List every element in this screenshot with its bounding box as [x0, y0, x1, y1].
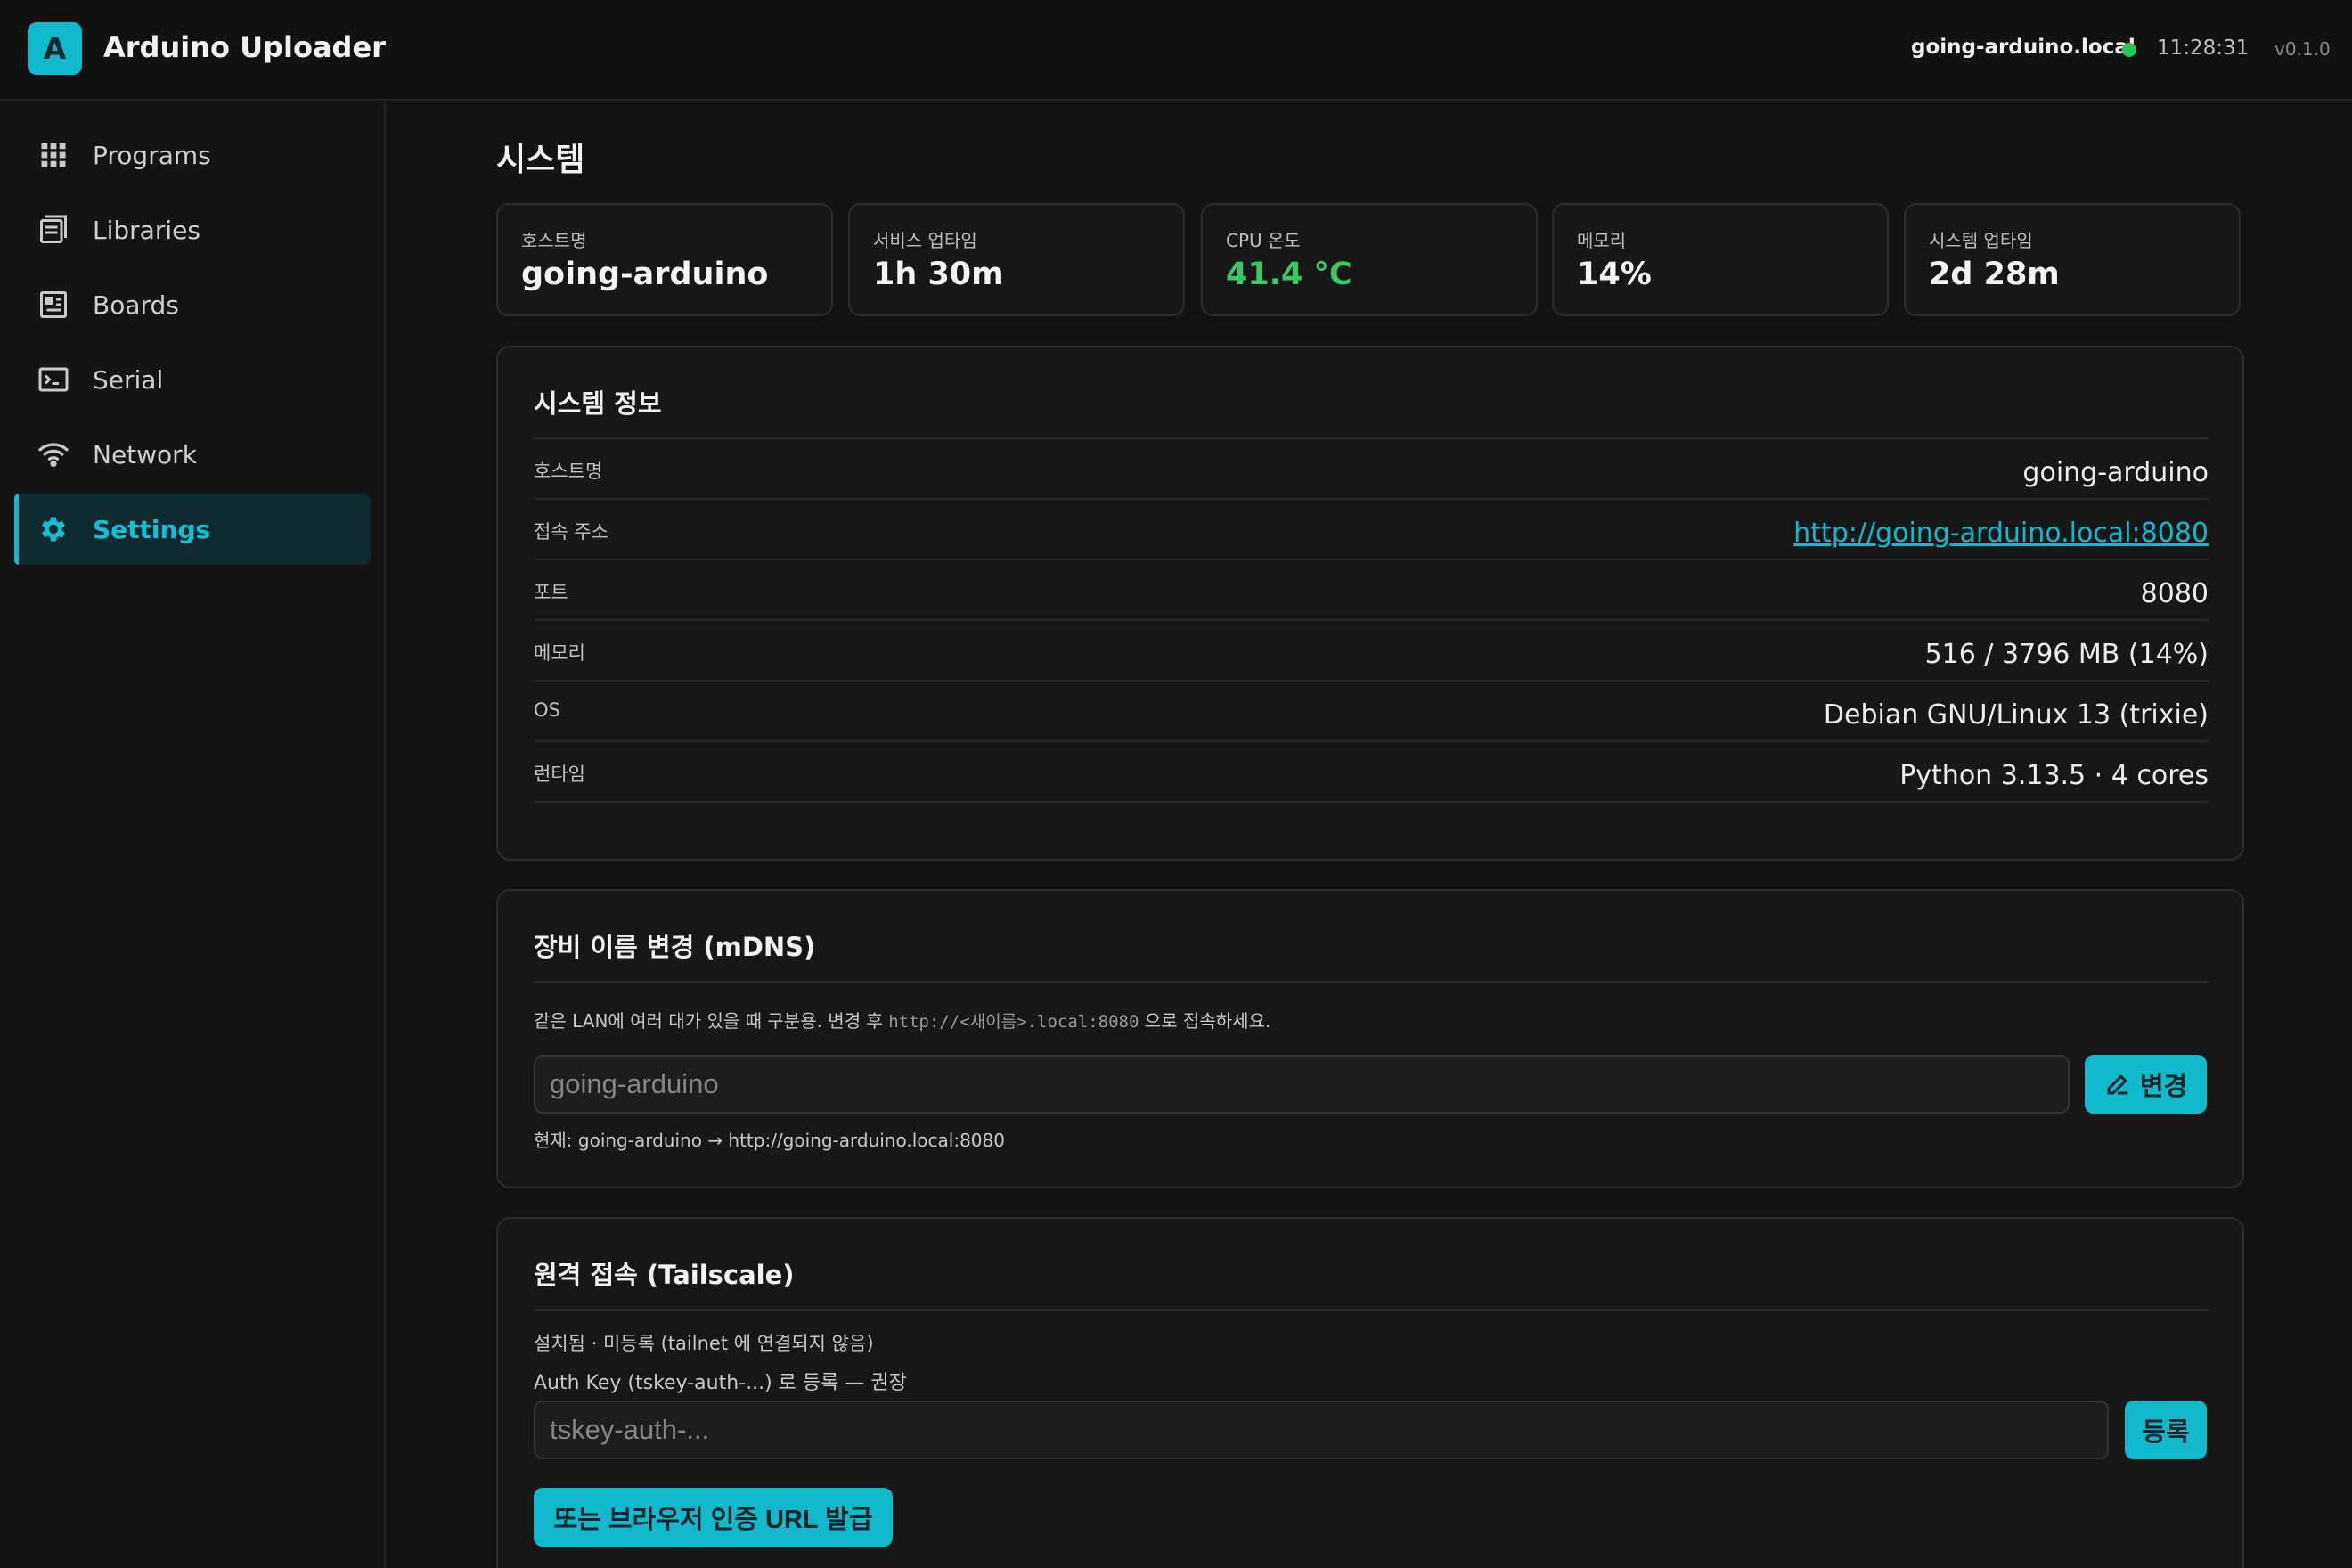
tailscale-card: 원격 접속 (Tailscale) 설치됨 · 미등록 (tailnet 에 연…	[496, 1217, 2244, 1568]
auth-key-input[interactable]	[534, 1401, 2109, 1459]
sidebar-item-programs[interactable]: Programs	[14, 119, 371, 191]
info-value: 8080	[2140, 578, 2209, 609]
app-title: Arduino Uploader	[103, 30, 386, 64]
info-row-address: 접속 주소 http://going-arduino.local:8080	[534, 500, 2209, 560]
stat-card-cpu-temp: CPU 온도 41.4 °C	[1201, 203, 1538, 316]
register-button-label: 등록	[2142, 1418, 2190, 1447]
sidebar-item-libraries[interactable]: Libraries	[14, 194, 371, 265]
rename-button-label: 변경	[2139, 1073, 2188, 1101]
rename-device-card: 장비 이름 변경 (mDNS) 같은 LAN에 여러 대가 있을 때 구분용. …	[496, 889, 2244, 1188]
terminal-icon	[38, 367, 69, 392]
browser-auth-button-label: 또는 브라우저 인증 URL 발급	[553, 1506, 873, 1534]
sidebar-item-serial[interactable]: Serial	[14, 344, 371, 415]
info-value: Python 3.13.5 · 4 cores	[1899, 760, 2209, 791]
info-row-runtime: 런타임 Python 3.13.5 · 4 cores	[534, 742, 2209, 803]
stat-card-service-uptime: 서비스 업타임 1h 30m	[848, 203, 1185, 316]
stat-label: 메모리	[1577, 230, 1627, 251]
info-row-hostname: 호스트명 going-arduino	[534, 439, 2209, 500]
card-title: 장비 이름 변경 (mDNS)	[534, 932, 816, 962]
gear-icon	[42, 517, 65, 542]
info-key: 런타임	[534, 764, 585, 785]
sidebar-item-boards[interactable]: Boards	[14, 269, 371, 340]
register-button[interactable]: 등록	[2125, 1401, 2207, 1459]
edit-icon	[2107, 1074, 2128, 1095]
wifi-icon	[38, 443, 69, 468]
card-title: 원격 접속 (Tailscale)	[534, 1260, 795, 1290]
app-logo: A	[28, 22, 82, 75]
info-row-os: OS Debian GNU/Linux 13 (trixie)	[534, 682, 2209, 742]
info-key: 메모리	[534, 642, 585, 664]
sidebar-item-network[interactable]: Network	[14, 419, 371, 490]
stat-label: CPU 온도	[1226, 230, 1301, 251]
stat-value: 14%	[1577, 257, 1652, 292]
host-label: going-arduino.local	[1911, 36, 2136, 59]
current-name-text: 현재: going-arduino → http://going-arduino…	[534, 1130, 1005, 1151]
info-key: 포트	[534, 582, 568, 603]
stat-label: 시스템 업타임	[1929, 230, 2033, 251]
book-icon	[40, 215, 67, 243]
info-row-memory: 메모리 516 / 3796 MB (14%)	[534, 621, 2209, 682]
tailscale-status: 설치됨 · 미등록 (tailnet 에 연결되지 않음)	[534, 1333, 874, 1354]
clock: 11:28:31	[2157, 37, 2250, 60]
access-url-link[interactable]: http://going-arduino.local:8080	[1793, 518, 2209, 549]
stat-value: 2d 28m	[1929, 257, 2060, 292]
info-key: OS	[534, 699, 560, 721]
browser-auth-url-button[interactable]: 또는 브라우저 인증 URL 발급	[534, 1488, 893, 1547]
sidebar-item-label: Serial	[93, 365, 164, 395]
info-value: Debian GNU/Linux 13 (trixie)	[1823, 699, 2209, 731]
sidebar: Programs Libraries Boards Serial Network…	[0, 102, 386, 1568]
sidebar-item-settings[interactable]: Settings	[14, 494, 371, 565]
device-name-input[interactable]	[534, 1055, 2070, 1114]
rename-hint: 같은 LAN에 여러 대가 있을 때 구분용. 변경 후 http://<새이름…	[534, 1010, 1271, 1032]
sidebar-item-label: Programs	[93, 141, 211, 170]
connection-status-dot	[2122, 43, 2136, 57]
info-row-port: 포트 8080	[534, 560, 2209, 621]
system-info-card: 시스템 정보 호스트명 going-arduino 접속 주소 http://g…	[496, 346, 2244, 861]
hint-code: http://<새이름>.local:8080	[888, 1012, 1139, 1032]
info-value: 516 / 3796 MB (14%)	[1924, 639, 2209, 670]
info-key: 호스트명	[534, 461, 603, 482]
stat-value: going-arduino	[521, 257, 769, 292]
sidebar-item-label: Network	[93, 440, 197, 470]
stat-label: 호스트명	[521, 230, 587, 251]
stat-card-memory: 메모리 14%	[1552, 203, 1889, 316]
page-title: 시스템	[496, 142, 585, 178]
auth-key-label: Auth Key (tskey-auth-...) 로 등록 — 권장	[534, 1372, 907, 1394]
sidebar-item-label: Settings	[93, 515, 211, 544]
stat-card-hostname: 호스트명 going-arduino	[496, 203, 833, 316]
top-bar: A Arduino Uploader going-arduino.local 1…	[0, 0, 2352, 101]
grid-icon	[41, 143, 66, 167]
stat-value: 41.4 °C	[1226, 257, 1352, 292]
info-value: going-arduino	[2022, 457, 2209, 488]
info-key: 접속 주소	[534, 521, 608, 543]
board-icon	[40, 291, 67, 318]
sidebar-item-label: Boards	[93, 290, 179, 320]
divider	[534, 1309, 2209, 1311]
stat-card-system-uptime: 시스템 업타임 2d 28m	[1904, 203, 2241, 316]
version-label: v0.1.0	[2274, 38, 2331, 60]
sidebar-item-label: Libraries	[93, 216, 200, 245]
card-title: 시스템 정보	[534, 388, 662, 419]
rename-button[interactable]: 변경	[2085, 1055, 2207, 1114]
stat-value: 1h 30m	[873, 257, 1004, 292]
stat-label: 서비스 업타임	[873, 230, 977, 251]
divider	[534, 981, 2209, 983]
